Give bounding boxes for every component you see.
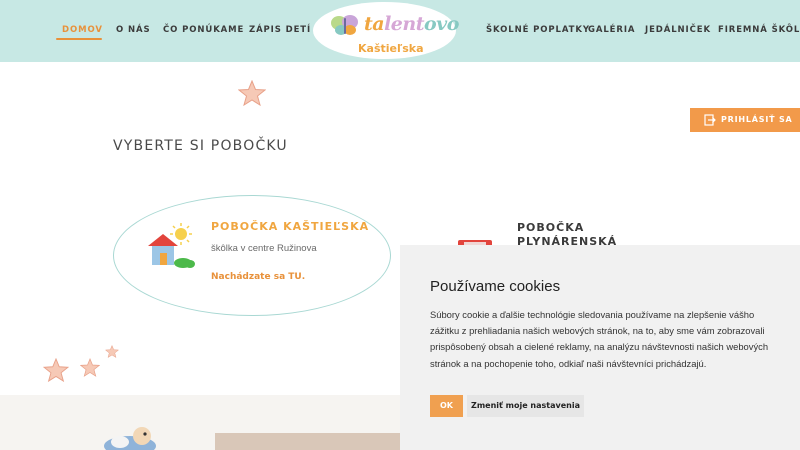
cookie-title: Používame cookies: [430, 278, 561, 295]
nav-galeria[interactable]: GALÉRIA: [588, 25, 635, 35]
star-icon: [43, 358, 69, 382]
nav-zapis-deti[interactable]: ZÁPIS DETÍ: [249, 25, 311, 35]
login-icon: [704, 114, 716, 126]
nav-skolne-poplatky[interactable]: ŠKOLNÉ POPLATKY: [486, 25, 590, 35]
branch-title[interactable]: POBOČKA: [517, 221, 584, 234]
login-button[interactable]: PRIHLÁSIŤ SA: [690, 108, 800, 132]
logo-word-part3: ovo: [424, 13, 459, 35]
nav-o-nas[interactable]: O NÁS: [116, 25, 151, 35]
cookie-ok-button[interactable]: OK: [430, 395, 463, 417]
logo-word-part1: ta: [364, 13, 385, 35]
nav-jedalnicek[interactable]: JEDÁLNIČEK: [645, 25, 711, 35]
star-icon: [238, 80, 266, 106]
branch-current-label: Nachádzate sa TU.: [211, 272, 306, 282]
cookie-consent-panel: Používame cookies Súbory cookie a ďalšie…: [400, 245, 800, 450]
gallery-photo: [215, 433, 400, 450]
nav-firemna-skolka[interactable]: FIREMNÁ ŠKÔLKA: [718, 25, 800, 35]
branch-title: POBOČKA KAŠTIEĽSKA: [211, 220, 370, 233]
star-icon: [80, 358, 100, 377]
nav-active-underline: [56, 38, 102, 40]
house-sun-icon: [148, 223, 195, 268]
branch-subtitle: škôlka v centre Ružinova: [211, 243, 317, 254]
star-icon: [105, 345, 119, 358]
cookie-settings-button[interactable]: Zmeniť moje nastavenia: [467, 395, 584, 417]
nav-co-ponukame[interactable]: ČO PONÚKAME: [163, 25, 244, 35]
nav-domov[interactable]: DOMOV: [62, 25, 103, 35]
logo-word-part2: lent: [384, 13, 424, 35]
logo-subtitle: Kaštieľska: [358, 42, 424, 55]
cookie-text: Súbory cookie a ďalšie technológie sledo…: [430, 309, 769, 369]
butterfly-logo-icon: [331, 15, 358, 35]
logo-wordmark: talentovo: [364, 13, 459, 35]
section-title: VYBERTE SI POBOČKU: [113, 138, 288, 154]
toy-image: [104, 427, 156, 450]
login-button-label: PRIHLÁSIŤ SA: [721, 115, 793, 124]
